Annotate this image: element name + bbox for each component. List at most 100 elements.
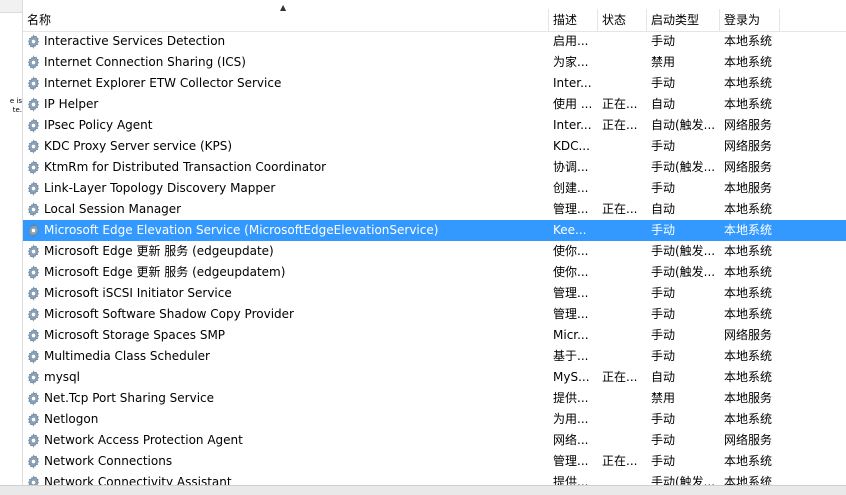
service-description: 管理... (553, 202, 589, 216)
sort-ascending-icon: ▲ (280, 3, 287, 12)
table-row[interactable]: Microsoft Edge Elevation Service (Micros… (23, 220, 846, 241)
service-logon-as: 网络服务 (724, 433, 773, 447)
service-name: Netlogon (44, 412, 99, 426)
service-status (602, 157, 648, 178)
service-startup-type: 禁用 (651, 391, 676, 405)
column-header-label: 名称 (27, 13, 52, 27)
service-startup-type: 手动 (651, 34, 676, 48)
service-description: 使你... (553, 265, 589, 279)
table-row[interactable]: Microsoft Storage Spaces SMP Micr... 手动 网络服… (23, 325, 846, 346)
service-startup-type: 手动(触发... (651, 160, 716, 174)
service-name: Multimedia Class Scheduler (44, 349, 210, 363)
service-name: Interactive Services Detection (44, 34, 226, 48)
service-logon-as: 本地服务 (724, 391, 773, 405)
service-startup-type: 禁用 (651, 55, 676, 69)
table-body[interactable]: Interactive Services Detection 启用... 手动 本地系… (23, 31, 846, 485)
table-row[interactable]: Interactive Services Detection 启用... 手动 本地系… (23, 31, 846, 52)
table-row[interactable]: Internet Explorer ETW Collector Service I… (23, 73, 846, 94)
service-startup-type: 手动 (651, 181, 676, 195)
left-pane: e is te. (0, 0, 23, 494)
column-header-name[interactable]: 名称 (23, 9, 549, 31)
table-rows: Interactive Services Detection 启用... 手动 本地系… (23, 31, 846, 485)
service-name: mysql (44, 370, 80, 384)
table-row[interactable]: Internet Connection Sharing (ICS) 为家... 禁用… (23, 52, 846, 73)
service-description: 为家... (553, 55, 589, 69)
service-startup-type: 手动 (651, 223, 676, 237)
service-startup-type: 手动 (651, 349, 676, 363)
service-logon-as: 网络服务 (724, 118, 773, 132)
table-row[interactable]: Net.Tcp Port Sharing Service 提供... 禁用 本地服务 (23, 388, 846, 409)
service-logon-as: 本地系统 (724, 307, 773, 321)
service-description: 管理... (553, 286, 589, 300)
table-row[interactable]: mysql MyS... 正在... 自动 本地系统 (23, 367, 846, 388)
table-row[interactable]: Network Access Protection Agent 网络... 手动 网络… (23, 430, 846, 451)
service-name: IP Helper (44, 97, 99, 111)
table-row[interactable]: KtmRm for Distributed Transaction Coordi… (23, 157, 846, 178)
table-row[interactable]: Microsoft Edge 更新 服务 (edgeupdatem) 使你... 手… (23, 262, 846, 283)
service-name: KtmRm for Distributed Transaction Coordi… (44, 160, 327, 174)
service-logon-as: 本地系统 (724, 412, 773, 426)
table-row[interactable]: Multimedia Class Scheduler 基于... 手动 本地系统 (23, 346, 846, 367)
service-name: Microsoft iSCSI Initiator Service (44, 286, 232, 300)
service-description: 提供... (553, 475, 589, 485)
service-name: Microsoft Edge 更新 服务 (edgeupdate) (44, 244, 274, 258)
service-logon-as: 本地系统 (724, 223, 773, 237)
service-logon-as: 本地系统 (724, 475, 773, 485)
service-logon-as: 本地系统 (724, 97, 773, 111)
service-logon-as: 本地系统 (724, 244, 773, 258)
service-status (602, 241, 648, 262)
table-row[interactable]: Microsoft iSCSI Initiator Service 管理... 手动… (23, 283, 846, 304)
service-logon-as: 网络服务 (724, 328, 773, 342)
service-status (602, 31, 648, 52)
column-header-status[interactable]: 状态 (598, 9, 647, 31)
table-row[interactable]: Microsoft Software Shadow Copy Provider 管… (23, 304, 846, 325)
service-status (602, 304, 648, 325)
service-name: KDC Proxy Server service (KPS) (44, 139, 233, 153)
column-header-label: 登录为 (724, 13, 761, 27)
service-description: Inter... (553, 118, 592, 132)
table-row[interactable]: Link-Layer Topology Discovery Mapper 创建..… (23, 178, 846, 199)
column-header-description[interactable]: 描述 (549, 9, 598, 31)
service-logon-as: 本地系统 (724, 202, 773, 216)
service-status (602, 178, 648, 199)
service-description: 网络... (553, 433, 589, 447)
service-startup-type: 自动 (651, 202, 676, 216)
table-row[interactable]: Network Connectivity Assistant 提供... 手动(触发… (23, 472, 846, 485)
service-status: 正在... (602, 370, 638, 384)
service-startup-type: 手动 (651, 433, 676, 447)
service-logon-as: 本地系统 (724, 454, 773, 468)
service-description: 提供... (553, 391, 589, 405)
service-status: 正在... (602, 97, 638, 111)
column-header-startup-type[interactable]: 启动类型 (647, 9, 720, 31)
column-header-logon-as[interactable]: 登录为 (720, 9, 780, 31)
service-name: Internet Connection Sharing (ICS) (44, 55, 246, 69)
table-row[interactable]: KDC Proxy Server service (KPS) KDC... 手动 网络… (23, 136, 846, 157)
table-row[interactable]: IP Helper 使用 ... 正在... 自动 本地系统 (23, 94, 846, 115)
service-description: Kee... (553, 223, 587, 237)
service-startup-type: 自动(触发... (651, 118, 716, 132)
service-status (602, 325, 648, 346)
service-description: 启用... (553, 34, 589, 48)
left-pane-text-fragment: te. (12, 106, 22, 114)
table-row[interactable]: Local Session Manager 管理... 正在... 自动 本地系统 (23, 199, 846, 220)
service-startup-type: 手动(触发... (651, 475, 716, 485)
service-status (602, 283, 648, 304)
service-startup-type: 自动 (651, 97, 676, 111)
table-row[interactable]: Microsoft Edge 更新 服务 (edgeupdate) 使你... 手动… (23, 241, 846, 262)
service-description: 管理... (553, 454, 589, 468)
service-name: Microsoft Edge 更新 服务 (edgeupdatem) (44, 265, 286, 279)
service-logon-as: 本地系统 (724, 55, 773, 69)
service-logon-as: 本地系统 (724, 265, 773, 279)
service-startup-type: 手动 (651, 76, 676, 90)
service-description: 使用 ... (553, 97, 593, 111)
service-description: 基于... (553, 349, 589, 363)
service-name: Microsoft Software Shadow Copy Provider (44, 307, 294, 321)
service-description: MyS... (553, 370, 590, 384)
service-status (602, 52, 648, 73)
table-row[interactable]: Netlogon 为用... 手动 本地系统 (23, 409, 846, 430)
service-status (602, 388, 648, 409)
service-name: Link-Layer Topology Discovery Mapper (44, 181, 276, 195)
table-row[interactable]: Network Connections 管理... 正在... 手动 本地系统 (23, 451, 846, 472)
left-pane-scrollbar[interactable] (0, 0, 22, 13)
table-row[interactable]: IPsec Policy Agent Inter... 正在... 自动(触发... 网… (23, 115, 846, 136)
